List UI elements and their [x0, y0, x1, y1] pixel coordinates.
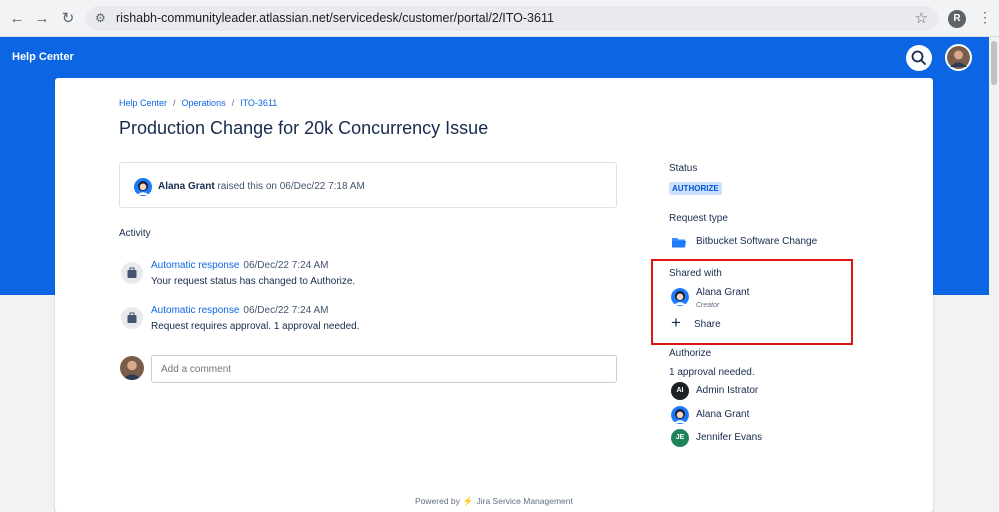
raised-by-name: Alana Grant	[158, 181, 215, 192]
activity-timestamp: 06/Dec/22 7:24 AM	[243, 305, 329, 316]
approver-name: Alana Grant	[696, 409, 750, 420]
raised-by-panel: Alana Grant raised this on 06/Dec/22 7:1…	[119, 162, 617, 208]
add-comment-input[interactable]	[151, 355, 617, 383]
powered-by-text: Powered by	[415, 496, 460, 506]
avatar-photo-icon	[947, 46, 970, 69]
browser-toolbar: ← → ↻ ⚙ rishabh-communityleader.atlassia…	[0, 0, 999, 37]
approver-name: Jennifer Evans	[696, 432, 763, 443]
bookmark-star-icon[interactable]: ☆	[915, 9, 928, 27]
site-settings-icon[interactable]: ⚙	[95, 11, 106, 25]
back-icon[interactable]: ←	[7, 9, 27, 29]
activity-body: Your request status has changed to Autho…	[151, 276, 356, 287]
breadcrumb-issue-key[interactable]: ITO-3611	[240, 98, 277, 108]
shared-person-name: Alana Grant	[696, 287, 750, 298]
status-badge: AUTHORIZE	[669, 182, 722, 195]
share-button[interactable]: + Share	[669, 313, 739, 332]
breadcrumb: Help Center / Operations / ITO-3611	[119, 98, 278, 108]
browser-profile-avatar[interactable]: R	[948, 10, 966, 28]
status-label: Status	[669, 163, 698, 174]
folder-icon	[672, 238, 686, 248]
url-text[interactable]: rishabh-communityleader.atlassian.net/se…	[116, 11, 554, 25]
authorize-label: Authorize	[669, 348, 712, 359]
jira-bolt-icon: ⚡	[462, 496, 474, 506]
address-bar[interactable]: ⚙ rishabh-communityleader.atlassian.net/…	[86, 6, 938, 31]
activity-author: Automatic response	[151, 305, 240, 316]
help-center-link[interactable]: Help Center	[12, 51, 74, 63]
avatar-alana-icon	[671, 288, 689, 306]
powered-by-footer[interactable]: Powered by ⚡ Jira Service Management	[415, 496, 573, 507]
page-title: Production Change for 20k Concurrency Is…	[119, 118, 489, 138]
activity-body: Request requires approval. 1 approval ne…	[151, 321, 360, 332]
browser-menu-icon[interactable]: ⋮	[978, 9, 992, 26]
briefcase-icon	[127, 312, 137, 323]
automation-bot-avatar	[121, 262, 143, 284]
activity-author: Automatic response	[151, 260, 240, 271]
briefcase-icon	[127, 267, 137, 278]
request-card: Help Center / Operations / ITO-3611 Producti…	[55, 78, 933, 512]
avatar-photo-icon	[120, 356, 144, 380]
approval-note: 1 approval needed.	[669, 367, 755, 378]
avatar-alana-icon	[134, 178, 152, 196]
activity-item: Automatic response 06/Dec/22 7:24 AM Requ…	[119, 303, 619, 339]
forward-icon[interactable]: →	[32, 9, 52, 29]
activity-timestamp: 06/Dec/22 7:24 AM	[243, 260, 329, 271]
plus-icon: +	[671, 313, 681, 332]
user-profile-avatar[interactable]	[945, 44, 972, 71]
search-icon	[911, 50, 926, 65]
raised-by-text: raised this on 06/Dec/22 7:18 AM	[217, 181, 365, 192]
reload-icon[interactable]: ↻	[58, 9, 78, 29]
shared-with-label: Shared with	[669, 268, 722, 279]
approver-avatar: AI	[671, 382, 689, 400]
search-button[interactable]	[906, 45, 932, 71]
approver-avatar: JE	[671, 429, 689, 447]
activity-item: Automatic response 06/Dec/22 7:24 AM Your…	[119, 258, 619, 294]
approver-name: Admin Istrator	[696, 385, 759, 396]
activity-heading: Activity	[119, 228, 151, 239]
request-type-label: Request type	[669, 213, 728, 224]
product-name: Jira Service Management	[476, 496, 573, 506]
commenter-avatar	[120, 356, 144, 380]
automation-bot-avatar	[121, 307, 143, 329]
page-scrollbar[interactable]	[989, 37, 999, 512]
breadcrumb-operations[interactable]: Operations	[182, 98, 226, 108]
breadcrumb-help-center[interactable]: Help Center	[119, 98, 167, 108]
creator-tag: Creator	[696, 302, 720, 309]
avatar-alana-icon	[671, 406, 689, 424]
share-label: Share	[694, 319, 721, 330]
request-type-value: Bitbucket Software Change	[696, 236, 818, 247]
